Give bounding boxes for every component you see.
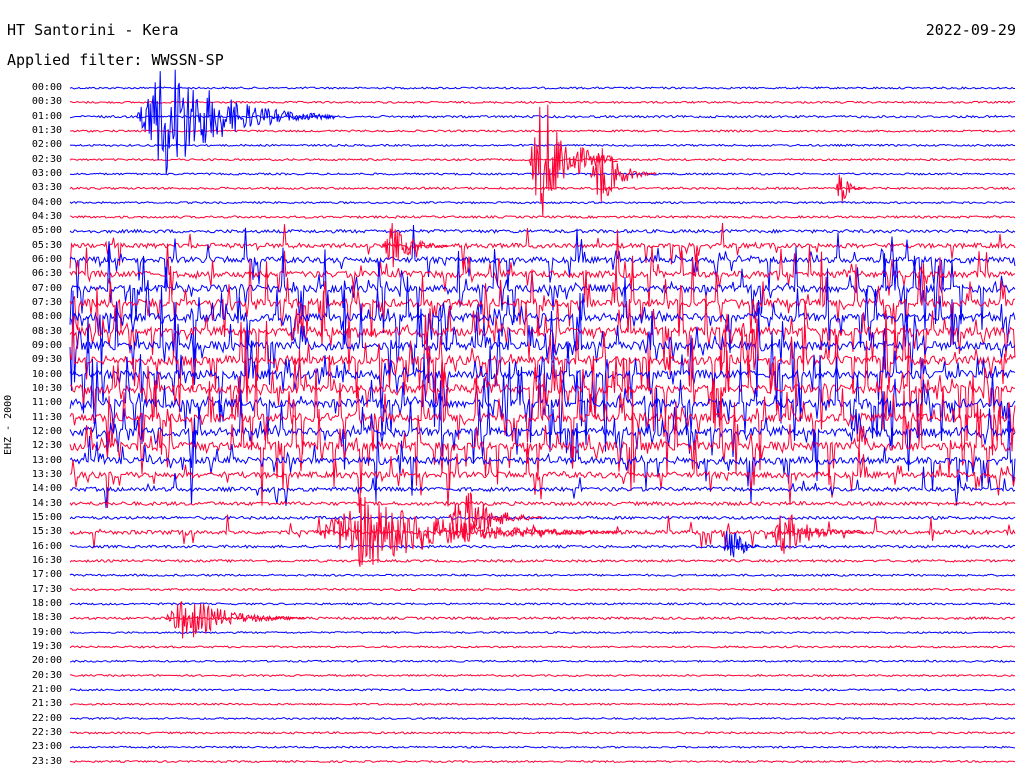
- time-label: 10:00: [31, 368, 62, 380]
- time-label: 14:00: [31, 483, 62, 495]
- time-label: 08:30: [31, 325, 62, 337]
- trace-line: [69, 222, 1016, 270]
- trace-line: [69, 645, 1016, 649]
- trace-line: [69, 659, 1016, 663]
- date-label: 2022-09-29: [925, 21, 1016, 39]
- time-label: 11:00: [31, 397, 62, 409]
- trace-line: [69, 759, 1016, 764]
- time-label: 05:30: [31, 239, 62, 251]
- time-label: 22:30: [31, 726, 62, 738]
- time-label: 22:00: [31, 712, 62, 724]
- trace-line: [69, 616, 1016, 621]
- time-label: 17:00: [31, 569, 62, 581]
- time-label: 18:30: [31, 612, 62, 624]
- station-title: HT Santorini - Kera: [7, 21, 179, 39]
- event-waveform: [769, 514, 865, 554]
- time-label: 06:00: [31, 253, 62, 265]
- time-label: 10:30: [31, 382, 62, 394]
- trace-line: [69, 630, 1016, 635]
- time-label: 11:30: [31, 411, 62, 423]
- trace-line: [69, 731, 1016, 735]
- time-label: 01:00: [31, 110, 62, 122]
- trace-line: [69, 229, 1016, 307]
- time-label: 04:30: [31, 210, 62, 222]
- trace-line: [69, 688, 1016, 692]
- time-label: 00:30: [31, 96, 62, 108]
- trace-line: [69, 158, 1016, 162]
- event-waveform: [136, 69, 335, 174]
- time-label: 02:30: [31, 153, 62, 165]
- time-label: 01:30: [31, 124, 62, 136]
- trace-line: [69, 286, 1016, 398]
- time-label: 07:00: [31, 282, 62, 294]
- time-label: 07:30: [31, 296, 62, 308]
- time-label: 03:00: [31, 167, 62, 179]
- time-label: 17:30: [31, 583, 62, 595]
- trace-line: [69, 558, 1016, 564]
- time-label: 13:00: [31, 454, 62, 466]
- time-label: 09:00: [31, 339, 62, 351]
- trace-line: [69, 673, 1016, 678]
- time-label: 19:00: [31, 626, 62, 638]
- time-label: 21:30: [31, 698, 62, 710]
- trace-line: [69, 602, 1016, 606]
- helicorder-plot: [69, 69, 1016, 764]
- time-label: 05:00: [31, 225, 62, 237]
- time-label: 20:30: [31, 669, 62, 681]
- time-label: 20:00: [31, 655, 62, 667]
- trace-line: [69, 186, 1016, 191]
- time-label: 16:30: [31, 554, 62, 566]
- trace-line: [69, 228, 1016, 235]
- time-label: 16:00: [31, 540, 62, 552]
- time-label: 19:30: [31, 640, 62, 652]
- trace-line: [69, 544, 1016, 549]
- event-waveform: [589, 148, 657, 202]
- time-label: 12:00: [31, 425, 62, 437]
- trace-line: [69, 515, 1016, 521]
- event-waveform: [528, 104, 618, 217]
- trace-line: [69, 573, 1016, 577]
- trace-line: [69, 86, 1015, 90]
- trace-line: [69, 702, 1016, 706]
- time-label: 00:00: [31, 82, 62, 93]
- trace-line: [69, 143, 1015, 148]
- time-label: 21:00: [31, 683, 62, 695]
- time-label: 23:30: [31, 755, 62, 767]
- time-label: 18:00: [31, 597, 62, 609]
- time-label: 03:30: [31, 182, 62, 194]
- time-label: 23:00: [31, 741, 62, 753]
- filter-label: Applied filter: WWSSN-SP: [7, 51, 224, 69]
- time-label: 06:30: [31, 268, 62, 280]
- time-label: 15:30: [31, 526, 62, 538]
- time-label: 13:30: [31, 468, 62, 480]
- trace-line: [69, 500, 1016, 507]
- time-label: 02:00: [31, 139, 62, 151]
- time-label: 14:30: [31, 497, 62, 509]
- time-label: 04:00: [31, 196, 62, 208]
- trace-line: [69, 172, 1016, 176]
- trace-line: [70, 745, 1016, 749]
- time-label: 15:00: [31, 511, 62, 523]
- trace-line: [70, 587, 1016, 592]
- time-label: 09:30: [31, 354, 62, 366]
- time-label: 08:00: [31, 311, 62, 323]
- trace-line: [69, 716, 1016, 721]
- time-label: 12:30: [31, 440, 62, 452]
